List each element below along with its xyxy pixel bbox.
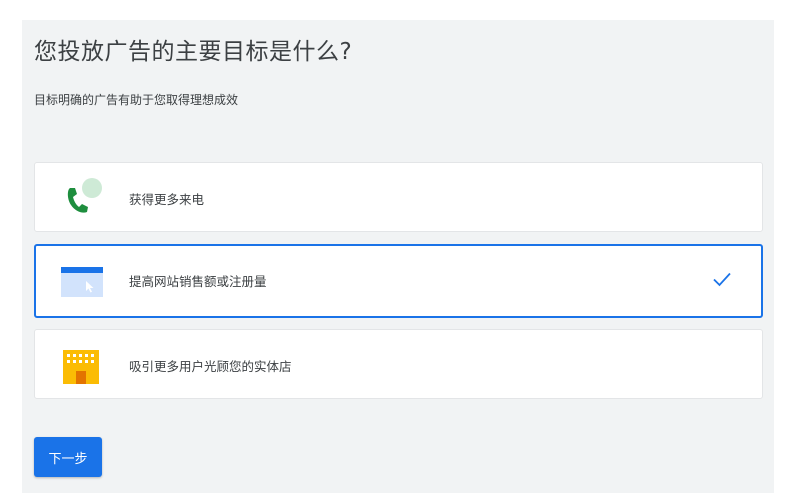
page-title: 您投放广告的主要目标是什么? (34, 39, 353, 65)
goal-option-label: 获得更多来电 (129, 192, 205, 207)
goal-option-website[interactable]: 提高网站销售额或注册量 (34, 244, 763, 318)
next-button[interactable]: 下一步 (34, 437, 102, 477)
goal-panel: 您投放广告的主要目标是什么? 目标明确的广告有助于您取得理想成效 获得更多来电 … (22, 20, 774, 493)
phone-call-icon (59, 177, 107, 219)
goal-option-store[interactable]: 吸引更多用户光顾您的实体店 (34, 329, 763, 399)
page-subtitle: 目标明确的广告有助于您取得理想成效 (34, 93, 239, 107)
goal-option-label: 吸引更多用户光顾您的实体店 (129, 359, 292, 374)
storefront-icon (59, 344, 107, 386)
website-cursor-icon (59, 259, 107, 301)
goal-option-calls[interactable]: 获得更多来电 (34, 162, 763, 232)
goal-option-label: 提高网站销售额或注册量 (129, 274, 267, 289)
checkmark-icon (711, 268, 733, 290)
